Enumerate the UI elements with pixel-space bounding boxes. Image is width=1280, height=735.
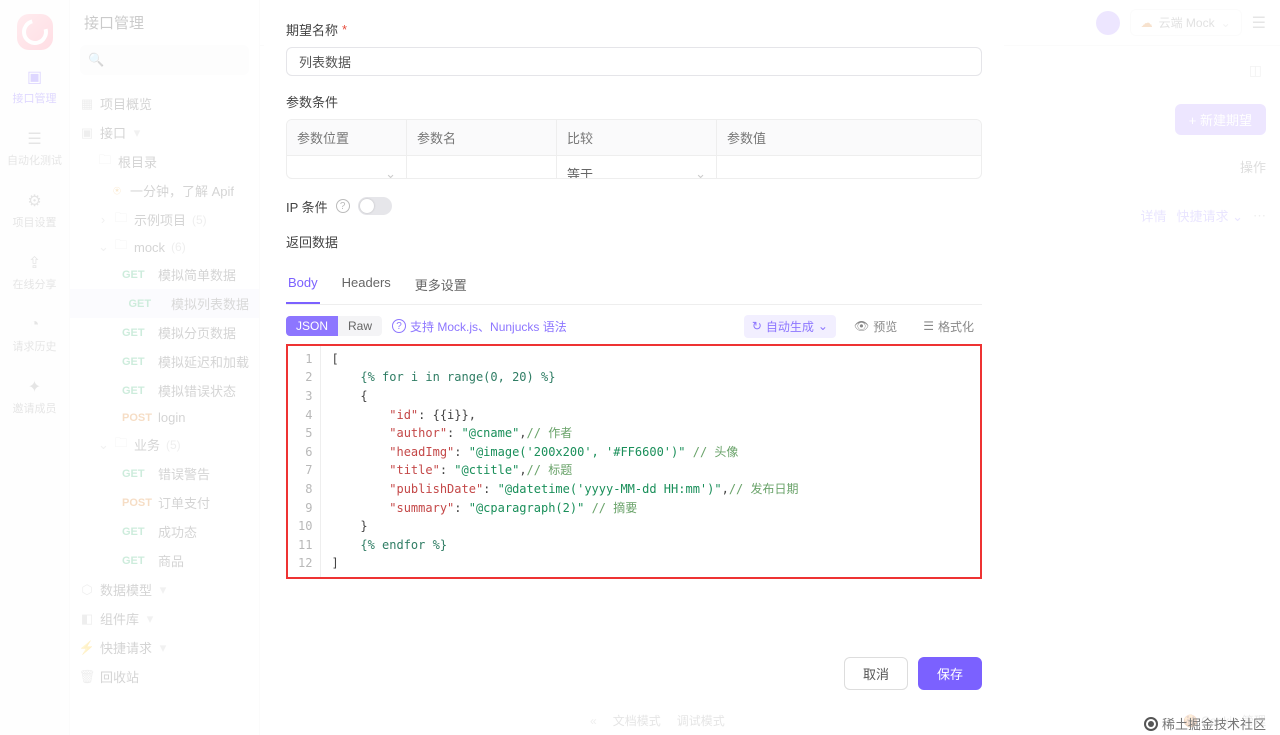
col-cmp: 比较 [557,120,717,155]
expectation-name-input[interactable] [286,47,982,76]
info-icon: ? [392,319,406,333]
code-editor[interactable]: 123456789101112 [ {% for i in range(0, 2… [286,344,982,579]
ip-condition: IP 条件 ? [286,197,982,216]
tab-body[interactable]: Body [286,267,320,304]
col-name: 参数名 [407,120,557,155]
code-toolbar: JSONRaw ?支持 Mock.js、Nunjucks 语法 ↻ 自动生成 ⌄… [286,315,982,338]
chevron-down-icon: ⌄ [818,319,828,333]
format-button[interactable]: ☰ 格式化 [915,315,982,338]
name-input[interactable] [407,156,557,178]
ip-toggle[interactable] [358,197,392,215]
param-table: 参数位置 参数名 比较 参数值 ⌄ 等于⌄ [286,119,982,178]
help-icon[interactable]: ? [336,199,350,213]
params-label: 参数条件 [286,92,982,111]
val-input[interactable] [717,156,981,178]
name-label: 期望名称* [286,20,982,39]
return-tabs: Body Headers 更多设置 [286,267,982,305]
col-val: 参数值 [717,120,981,155]
preview-button[interactable]: 👁 预览 [846,315,905,338]
dialog-footer: 取消 保存 [286,657,982,690]
code-body[interactable]: [ {% for i in range(0, 20) %} { "id": {{… [321,346,808,577]
cmp-select[interactable]: 等于⌄ [557,156,717,178]
col-pos: 参数位置 [287,120,407,155]
save-button[interactable]: 保存 [918,657,982,690]
auto-gen-button[interactable]: ↻ 自动生成 ⌄ [744,315,836,338]
tab-more[interactable]: 更多设置 [413,267,469,304]
line-gutter: 123456789101112 [288,346,321,577]
expectation-dialog: 期望名称* 参数条件 参数位置 参数名 比较 参数值 ⌄ 等于⌄ IP 条件 ?… [264,4,1004,704]
format-segment[interactable]: JSONRaw [286,316,382,336]
watermark: 稀土掘金技术社区 [1144,714,1266,733]
tab-headers[interactable]: Headers [340,267,393,304]
cancel-button[interactable]: 取消 [844,657,908,690]
chevron-down-icon: ⌄ [695,166,706,179]
return-label: 返回数据 [286,232,982,251]
pos-select[interactable]: ⌄ [287,156,407,178]
mock-support-link[interactable]: ?支持 Mock.js、Nunjucks 语法 [392,318,567,335]
juejin-icon [1144,717,1158,731]
chevron-down-icon: ⌄ [385,166,396,179]
